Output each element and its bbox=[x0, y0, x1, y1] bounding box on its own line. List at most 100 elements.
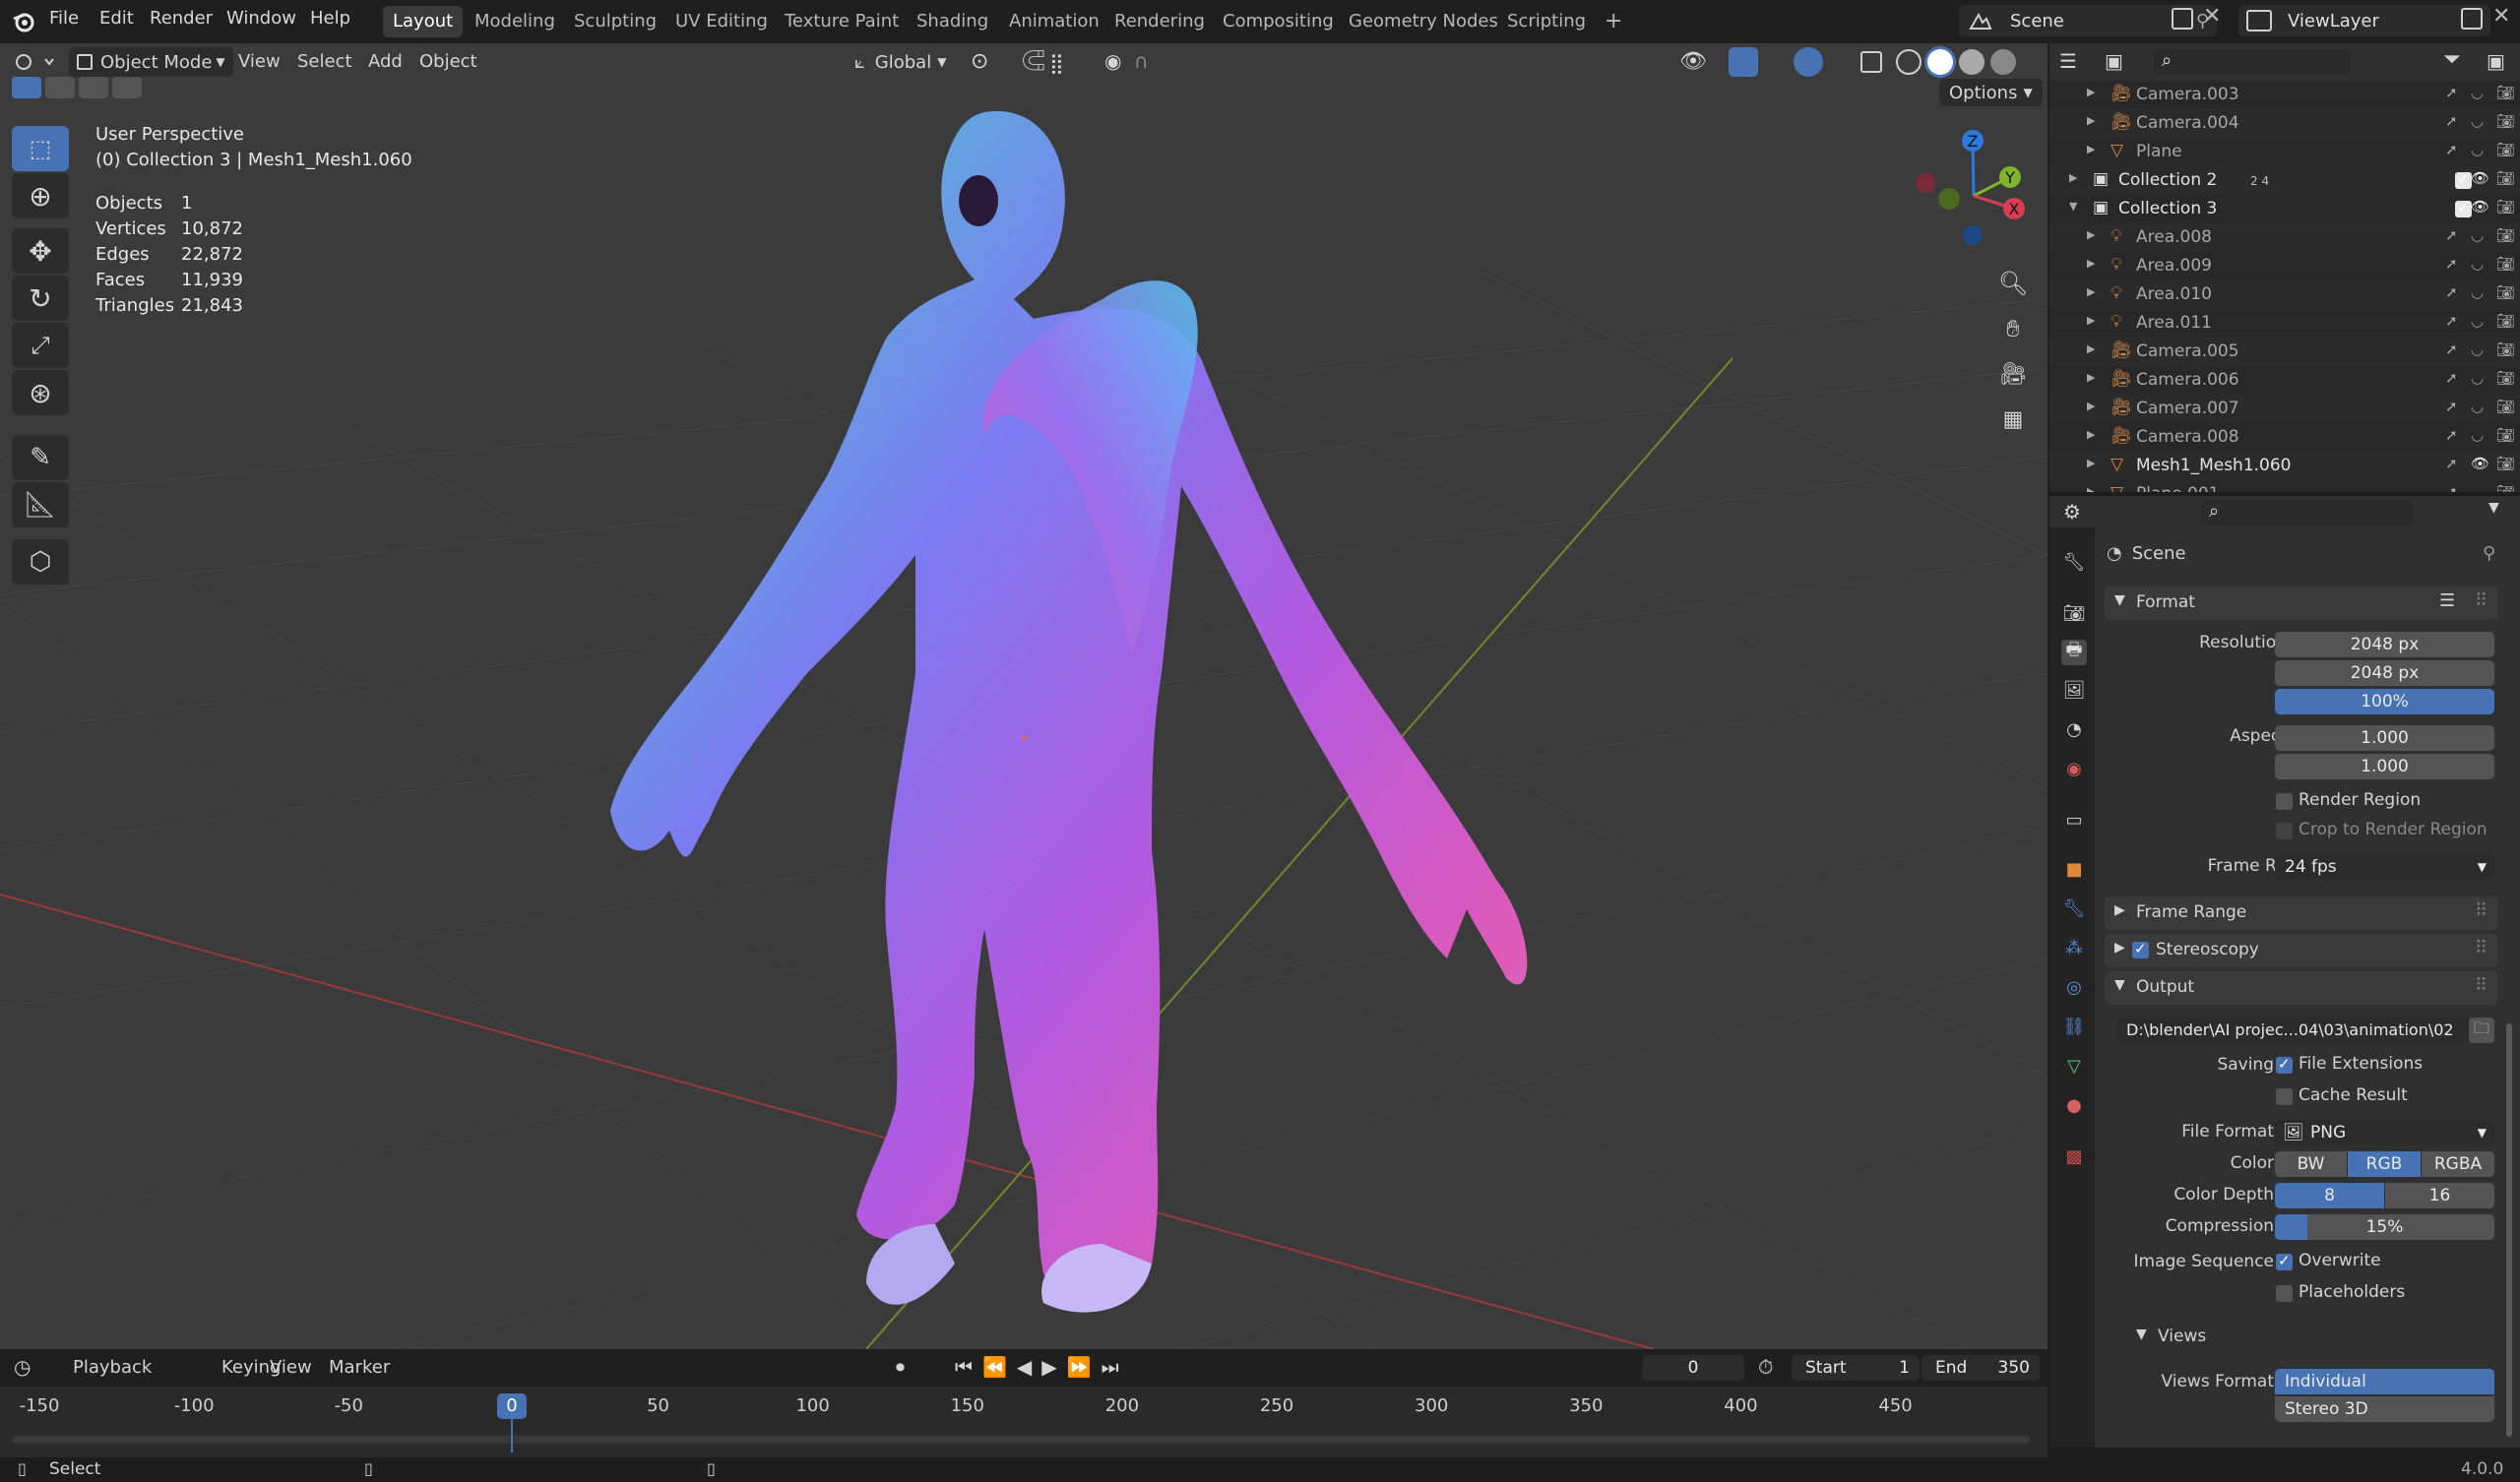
tab-scripting[interactable]: Scripting bbox=[1497, 6, 1596, 37]
tool-tab-icon[interactable]: 🔧︎ bbox=[2061, 549, 2087, 575]
render-toggle-icon[interactable]: 📷︎ bbox=[2496, 483, 2515, 492]
cache-result-checkbox[interactable] bbox=[2276, 1088, 2293, 1105]
menu-help[interactable]: Help bbox=[310, 8, 350, 29]
data-tab-icon[interactable]: ▽ bbox=[2061, 1053, 2087, 1079]
outliner-row[interactable]: ▶ ▽ Plane ◡ ➚ 📷︎ bbox=[2049, 138, 2520, 166]
constraints-tab-icon[interactable]: ⛓︎ bbox=[2061, 1014, 2087, 1039]
visibility-toggle-icon[interactable]: ◡ bbox=[2471, 283, 2484, 301]
aspect-y-field[interactable]: 1.000 bbox=[2275, 754, 2494, 779]
solid-shading-icon[interactable] bbox=[1927, 49, 1953, 75]
chevron-right-icon[interactable]: ▶ bbox=[2069, 171, 2077, 184]
render-toggle-icon[interactable]: 📷︎ bbox=[2496, 369, 2515, 387]
selectable-toggle-icon[interactable]: ➚ bbox=[2445, 455, 2458, 472]
display-mode-icon[interactable]: ▣ bbox=[2105, 49, 2123, 73]
crop-region-checkbox[interactable] bbox=[2276, 823, 2293, 839]
outliner-row[interactable]: ▶ 💡︎ Area.010 ◡ ➚ 📷︎ bbox=[2049, 280, 2520, 309]
chevron-down-icon[interactable]: ▼ bbox=[2069, 200, 2077, 213]
chevron-right-icon[interactable]: ▶ bbox=[2087, 114, 2095, 127]
chevron-right-icon[interactable]: ▶ bbox=[2087, 457, 2095, 469]
view-layer-tab-icon[interactable]: 🖼︎ bbox=[2061, 677, 2087, 703]
outliner-row[interactable]: ▶ 🎥︎ Camera.008 ◡ ➚ 📷︎ bbox=[2049, 423, 2520, 452]
play-icon[interactable]: ▶ bbox=[1041, 1355, 1056, 1379]
views-subpanel-header[interactable]: ▼ Views bbox=[2116, 1321, 2494, 1354]
select-new-icon[interactable] bbox=[12, 77, 41, 98]
scale-tool[interactable]: ⤢ bbox=[12, 323, 69, 368]
rotate-tool[interactable]: ↻ bbox=[12, 276, 69, 321]
resolution-y-field[interactable]: 2048 px bbox=[2275, 660, 2494, 686]
visibility-toggle-icon[interactable]: ◡ bbox=[2471, 112, 2484, 130]
resolution-x-field[interactable]: 2048 px bbox=[2275, 632, 2494, 657]
snap-target-icon[interactable]: ⣿ bbox=[1049, 51, 1064, 75]
chevron-right-icon[interactable]: ▶ bbox=[2087, 428, 2095, 441]
pin-icon[interactable]: ⚲ bbox=[2483, 543, 2495, 564]
exclude-checkbox[interactable] bbox=[2455, 170, 2472, 189]
collection-tab-icon[interactable]: ▭ bbox=[2061, 807, 2087, 833]
editor-type-button[interactable] bbox=[10, 47, 59, 77]
drag-handle-icon[interactable]: ⠿ bbox=[2475, 900, 2488, 921]
exclude-checkbox[interactable] bbox=[2455, 199, 2472, 217]
chevron-right-icon[interactable]: ▶ bbox=[2087, 371, 2095, 384]
render-toggle-icon[interactable]: 📷︎ bbox=[2496, 398, 2515, 415]
chevron-right-icon[interactable]: ▶ bbox=[2087, 485, 2095, 492]
timeline-editor-type-icon[interactable]: ◷ bbox=[14, 1355, 31, 1379]
object-mode-dropdown[interactable]: Object Mode ▼ bbox=[69, 47, 233, 77]
transform-tool[interactable]: ⊛ bbox=[12, 370, 69, 415]
zoom-icon[interactable]: 🔍︎ bbox=[1995, 266, 2031, 301]
next-keyframe-icon[interactable]: ⏩ bbox=[1067, 1355, 1092, 1379]
visibility-toggle-icon[interactable]: ◡ bbox=[2471, 426, 2484, 444]
select-subtract-icon[interactable] bbox=[79, 77, 108, 98]
timeline-menu-playback[interactable]: Playback bbox=[73, 1357, 152, 1378]
outliner-row[interactable]: ▶ 💡︎ Area.011 ◡ ➚ 📷︎ bbox=[2049, 309, 2520, 338]
move-tool[interactable]: ✥ bbox=[12, 228, 69, 274]
compression-slider[interactable]: 15% bbox=[2275, 1214, 2494, 1240]
overlay-toggle-icon[interactable] bbox=[1794, 47, 1823, 77]
viewport-menu-view[interactable]: View bbox=[238, 51, 281, 72]
drag-handle-icon[interactable]: ⠿ bbox=[2475, 938, 2488, 958]
texture-tab-icon[interactable]: ▩ bbox=[2061, 1143, 2087, 1169]
menu-edit[interactable]: Edit bbox=[99, 8, 134, 29]
color-bw-button[interactable]: BW bbox=[2275, 1151, 2347, 1177]
placeholders-checkbox[interactable] bbox=[2276, 1285, 2293, 1302]
format-panel-header[interactable]: ▼ Format ☰ ⠿ bbox=[2105, 587, 2498, 620]
properties-scrollbar[interactable] bbox=[2506, 1023, 2512, 1437]
play-reverse-icon[interactable]: ◀ bbox=[1017, 1355, 1032, 1379]
stereoscopy-checkbox[interactable] bbox=[2132, 940, 2149, 958]
camera-view-icon[interactable]: 🎥︎ bbox=[1995, 356, 2031, 392]
render-toggle-icon[interactable]: 📷︎ bbox=[2496, 141, 2515, 158]
chevron-right-icon[interactable]: ▶ bbox=[2087, 228, 2095, 241]
new-collection-icon[interactable]: ▣ bbox=[2487, 49, 2505, 73]
annotate-tool[interactable]: ✎ bbox=[12, 435, 69, 480]
wireframe-shading-icon[interactable] bbox=[1896, 49, 1922, 75]
chevron-right-icon[interactable]: ▶ bbox=[2087, 86, 2095, 98]
file-extensions-checkbox[interactable] bbox=[2276, 1055, 2293, 1074]
render-toggle-icon[interactable]: 📷︎ bbox=[2496, 226, 2515, 244]
add-workspace-button[interactable]: + bbox=[1595, 6, 1632, 37]
chevron-right-icon[interactable]: ▶ bbox=[2087, 342, 2095, 355]
render-toggle-icon[interactable]: 📷︎ bbox=[2496, 198, 2515, 216]
render-toggle-icon[interactable]: 📷︎ bbox=[2496, 283, 2515, 301]
viewport-menu-select[interactable]: Select bbox=[297, 51, 352, 72]
chevron-right-icon[interactable]: ▶ bbox=[2087, 314, 2095, 327]
folder-icon[interactable]: 🗀 bbox=[2469, 1018, 2494, 1043]
visibility-toggle-icon[interactable]: 👁︎ bbox=[2471, 169, 2489, 187]
measure-tool[interactable]: 📐︎ bbox=[12, 482, 69, 527]
stereoscopy-panel-header[interactable]: ▶ Stereoscopy ⠿ bbox=[2105, 934, 2498, 967]
jump-end-icon[interactable]: ⏭ bbox=[1102, 1355, 1119, 1379]
visibility-icon[interactable]: 👁︎ bbox=[1679, 49, 1707, 74]
output-tab-icon[interactable]: 🖶︎ bbox=[2061, 640, 2087, 665]
outliner-row[interactable]: ▶ 🎥︎ Camera.004 ◡ ➚ 📷︎ bbox=[2049, 109, 2520, 138]
color-depth-8-button[interactable]: 8 bbox=[2275, 1183, 2384, 1208]
outliner-row[interactable]: ▶ 💡︎ Area.009 ◡ ➚ 📷︎ bbox=[2049, 252, 2520, 280]
selectable-toggle-icon[interactable]: ➚ bbox=[2445, 398, 2458, 415]
timeline-menu-view[interactable]: View bbox=[270, 1357, 312, 1378]
render-toggle-icon[interactable]: 📷︎ bbox=[2496, 255, 2515, 273]
playhead[interactable]: 0 bbox=[497, 1393, 527, 1419]
new-scene-icon[interactable] bbox=[2172, 8, 2193, 30]
selectable-toggle-icon[interactable]: ➚ bbox=[2445, 340, 2458, 358]
end-frame-field[interactable]: End 350 bbox=[1922, 1355, 2040, 1381]
chevron-right-icon[interactable]: ▶ bbox=[2087, 400, 2095, 412]
outliner-row[interactable]: ▶ 🎥︎ Camera.003 ◡ ➚ 📷︎ bbox=[2049, 81, 2520, 109]
selectable-toggle-icon[interactable]: ➚ bbox=[2445, 226, 2458, 244]
chevron-right-icon[interactable]: ▶ bbox=[2087, 143, 2095, 155]
proportional-edit-icon[interactable]: ◉ bbox=[1104, 49, 1121, 73]
